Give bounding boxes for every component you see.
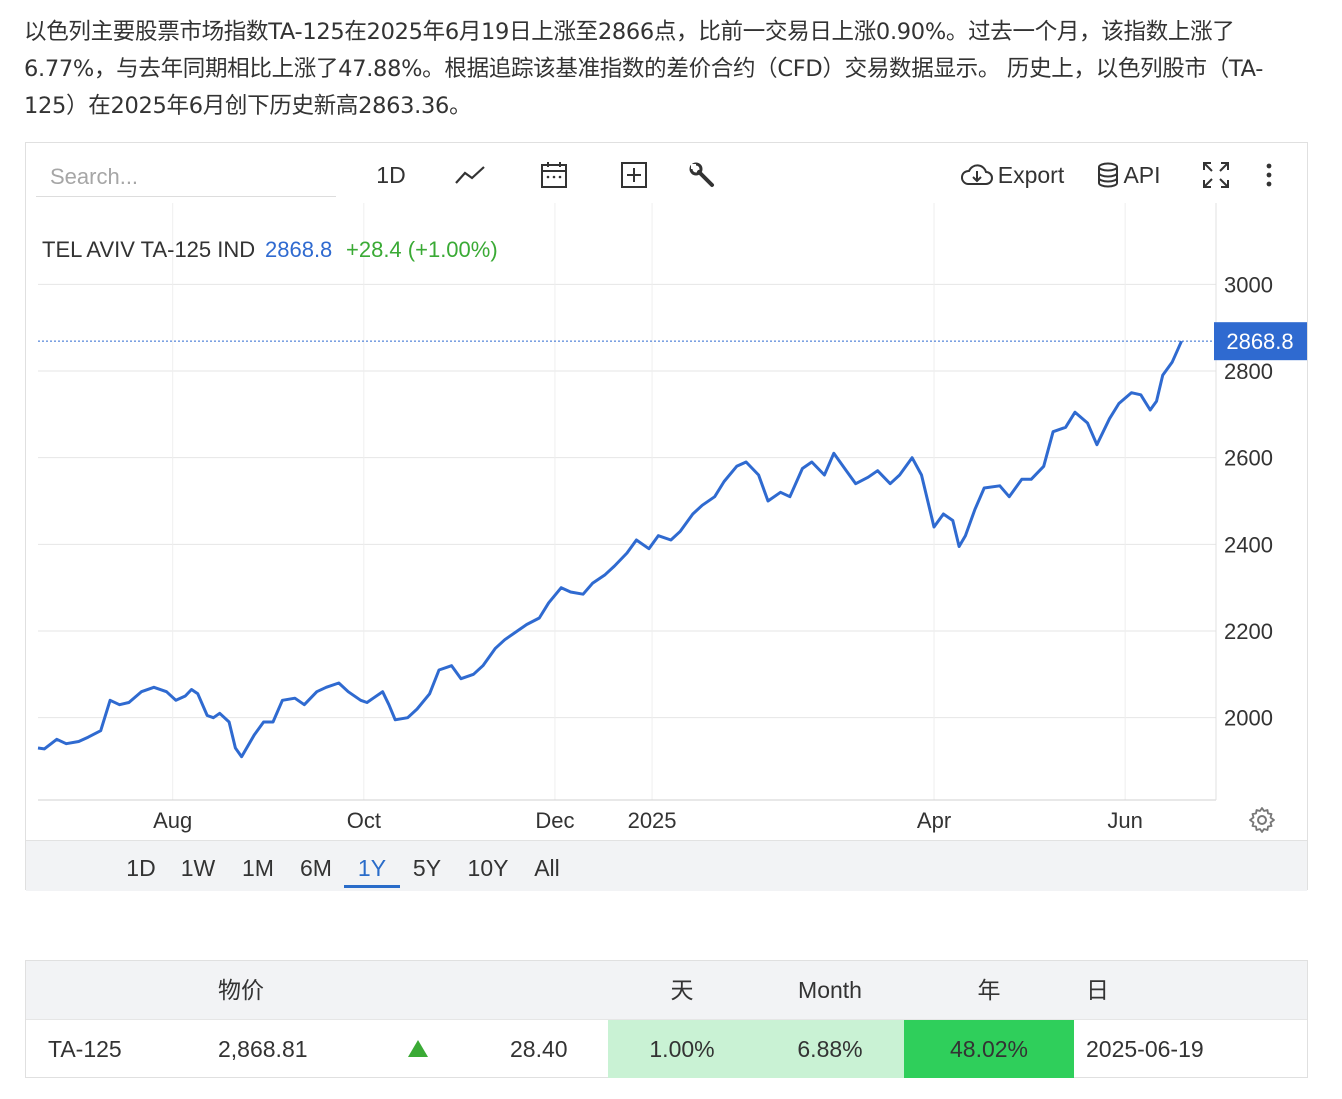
row-date: 2025-06-19 [1086,1036,1204,1062]
range-1y-button[interactable]: 1Y [344,851,400,888]
x-tick-label: Oct [347,808,381,833]
header-month: Month [798,977,862,1003]
range-1w-button[interactable]: 1W [176,851,220,885]
y-tick-label: 3000 [1224,272,1273,297]
row-day-pct: 1.00% [608,1020,756,1078]
database-icon [1098,162,1119,188]
row-change: 28.40 [510,1036,568,1062]
gear-icon [1249,807,1275,833]
series-line-ta125 [37,340,1183,759]
add-indicator-button[interactable] [614,155,654,195]
wrench-icon [689,162,714,187]
range-5y-button[interactable]: 5Y [406,851,448,885]
fullscreen-icon [1203,162,1229,188]
cloud-download-icon [960,164,993,185]
up-arrow-icon [406,1020,430,1078]
chart-type-button[interactable] [450,155,490,195]
x-tick-label: Apr [917,808,951,833]
y-tick-label: 2600 [1224,446,1273,471]
quote-table-header: 物价 天 Month 年 日 [26,961,1307,1019]
svg-text:2868.8: 2868.8 [1226,329,1293,354]
legend-series-name: TEL AVIV TA-125 IND [42,237,255,262]
more-options-button[interactable] [1254,155,1284,195]
legend-change: +28.4 (+1.00%) [346,237,498,262]
price-chart[interactable]: Aug Oct Dec 2025 Apr Jun 2000 2200 2400 2600 2800… [26,203,1309,843]
x-tick-label: 2025 [628,808,677,833]
search-input[interactable] [36,157,336,197]
interval-button[interactable]: 1D [366,155,416,195]
export-label: Export [997,161,1065,188]
header-year: 年 [977,977,1001,1003]
chart-widget: 1D Export API Aug Oct Dec 2025 Apr Jun [25,142,1309,891]
y-tick-label: 2800 [1224,359,1273,384]
grid [38,203,1217,801]
y-tick-label: 2400 [1224,532,1273,557]
fullscreen-button[interactable] [1196,155,1236,195]
y-tick-label: 2000 [1224,706,1273,731]
header-date: 日 [1086,977,1109,1003]
range-1d-button[interactable]: 1D [120,851,162,885]
x-tick-label: Jun [1107,808,1142,833]
table-row[interactable]: TA-125 2,868.81 28.40 1.00% 6.88% 48.02%… [26,1019,1307,1078]
x-axis-ticks: Aug Oct Dec 2025 Apr Jun [153,808,1143,833]
api-button[interactable]: API [1094,155,1164,195]
row-symbol[interactable]: TA-125 [48,1020,122,1078]
calendar-icon [541,162,567,188]
range-1m-button[interactable]: 1M [236,851,280,885]
chart-toolbar: 1D Export API [26,143,1307,203]
plus-box-icon [621,162,647,188]
quote-table: 物价 天 Month 年 日 TA-125 2,868.81 28.40 1.0… [25,960,1308,1078]
settings-tool-button[interactable] [682,155,722,195]
row-year-pct: 48.02% [904,1020,1074,1078]
line-chart-icon [455,166,485,184]
export-button[interactable]: Export [956,155,1068,195]
row-month-pct: 6.88% [756,1020,904,1078]
x-tick-label: Dec [535,808,574,833]
calendar-button[interactable] [534,155,574,195]
range-selector: 1D 1W 1M 6M 1Y 5Y 10Y All [26,840,1307,891]
intro-paragraph: 以色列主要股票市场指数TA-125在2025年6月19日上涨至2866点，比前一… [24,19,1264,119]
legend-last-value: 2868.8 [265,237,332,262]
header-price: 物价 [218,977,264,1003]
range-all-button[interactable]: All [528,851,566,885]
api-label: API [1123,161,1161,188]
y-tick-label: 2200 [1224,619,1273,644]
x-tick-label: Aug [153,808,192,833]
header-day: 天 [670,977,694,1003]
last-price-tag: 2868.8 [1214,322,1307,361]
range-6m-button[interactable]: 6M [294,851,338,885]
more-vertical-icon [1266,163,1272,187]
row-price: 2,868.81 [218,1036,308,1062]
chart-settings-button[interactable] [1248,806,1276,838]
range-10y-button[interactable]: 10Y [464,851,512,885]
